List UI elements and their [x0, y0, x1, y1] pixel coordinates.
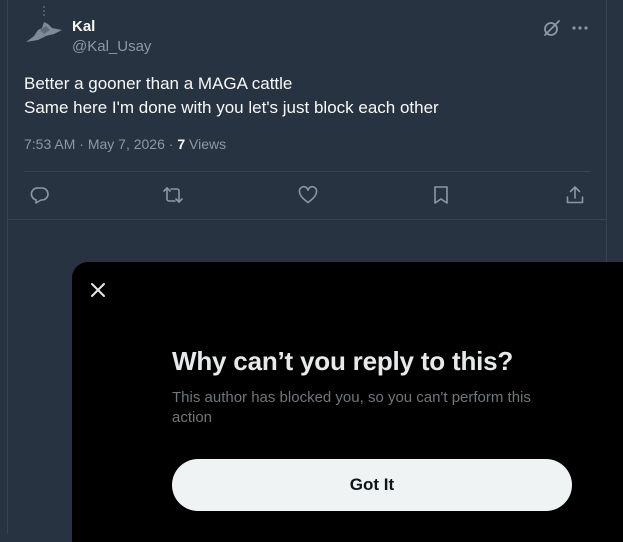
share-button[interactable] [564, 184, 586, 206]
repost-button[interactable] [162, 184, 184, 206]
share-icon [566, 186, 584, 204]
author-handle[interactable]: @Kal_Usay [72, 38, 151, 55]
post-text-line: Better a gooner than a MAGA cattle [24, 74, 293, 93]
dialog-message: This author has blocked you, so you can'… [172, 389, 531, 426]
divider [24, 171, 590, 172]
post[interactable]: Kal @Kal_Usay Better a gooner than a MAG… [8, 0, 606, 220]
close-icon [91, 283, 105, 297]
got-it-button[interactable]: Got It [172, 459, 572, 511]
grok-icon[interactable] [542, 18, 562, 38]
blocked-dialog: Why can’t you reply to this? This author… [72, 262, 623, 542]
post-time[interactable]: 7:53 AM [24, 136, 75, 152]
post-meta: 7:53 AM · May 7, 2026 · 7 Views [24, 136, 226, 152]
meta-separator: · [75, 136, 88, 152]
reply-button[interactable] [29, 184, 51, 206]
post-text-line: Same here I'm done with you let's just b… [24, 98, 439, 117]
avatar-silhouette-icon [26, 6, 62, 42]
close-button[interactable] [84, 276, 112, 304]
like-icon [298, 185, 318, 204]
more-icon[interactable] [570, 18, 590, 38]
view-count: 7 [177, 136, 186, 152]
post-text: Better a gooner than a MAGA cattle Same … [24, 72, 584, 120]
repost-icon [163, 187, 183, 203]
avatar[interactable] [24, 4, 66, 46]
meta-separator: · [164, 136, 178, 152]
views-label: Views [189, 136, 227, 152]
like-button[interactable] [297, 184, 319, 206]
post-date[interactable]: May 7, 2026 [88, 136, 165, 152]
dialog-title: Why can’t you reply to this? [172, 346, 514, 376]
reply-icon [30, 187, 49, 204]
bookmark-button[interactable] [430, 184, 452, 206]
author-name[interactable]: Kal [72, 18, 95, 35]
bookmark-icon [434, 186, 448, 204]
